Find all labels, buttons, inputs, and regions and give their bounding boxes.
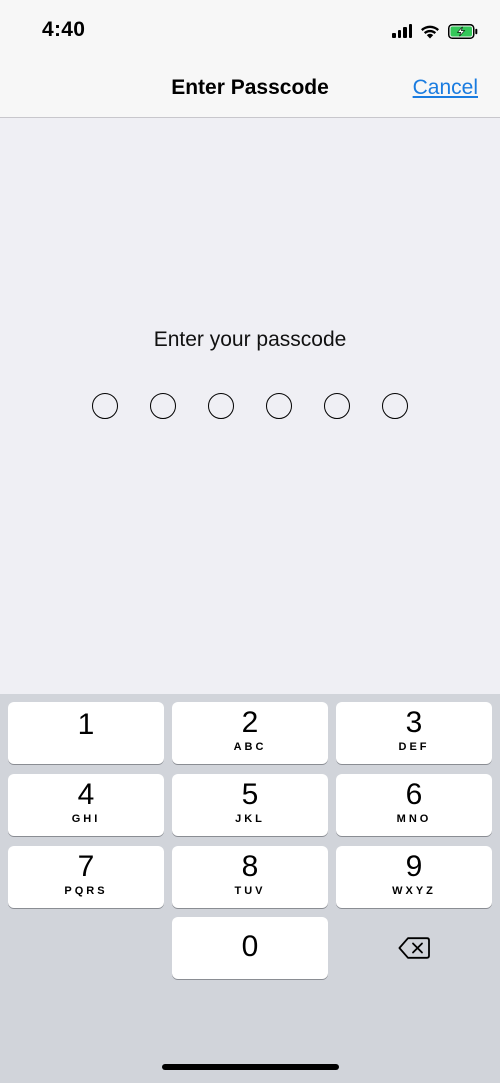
passcode-content: Enter your passcode: [0, 118, 500, 694]
passcode-dot: [150, 393, 176, 419]
key-letters: PQRS: [64, 885, 108, 897]
key-digit: 5: [241, 778, 259, 811]
battery-charging-icon: [448, 23, 478, 39]
key-letters: GHI: [71, 813, 101, 825]
key-5[interactable]: 5 JKL: [172, 774, 328, 836]
key-digit: 9: [405, 850, 423, 883]
passcode-dot: [382, 393, 408, 419]
passcode-dot: [208, 393, 234, 419]
passcode-prompt: Enter your passcode: [153, 328, 347, 351]
key-letters: DEF: [398, 741, 430, 753]
status-bar: 4:40: [0, 0, 500, 60]
key-letters: WXYZ: [392, 885, 436, 897]
key-2[interactable]: 2 ABC: [172, 702, 328, 764]
backspace-button[interactable]: [336, 917, 492, 979]
key-6[interactable]: 6 MNO: [336, 774, 492, 836]
passcode-dot: [266, 393, 292, 419]
backspace-icon: [398, 937, 430, 959]
cancel-button[interactable]: Cancel: [413, 76, 478, 100]
key-digit: 8: [241, 850, 259, 883]
key-letters: JKL: [235, 813, 265, 825]
key-digit: 7: [77, 850, 95, 883]
key-digit: 4: [77, 778, 95, 811]
cellular-signal-icon: [392, 24, 412, 38]
passcode-dot: [92, 393, 118, 419]
key-digit: 2: [241, 706, 259, 739]
key-digit: 1: [77, 708, 95, 741]
status-icons: [392, 20, 478, 42]
key-1[interactable]: 1: [8, 702, 164, 764]
passcode-dots: [0, 393, 500, 419]
key-4[interactable]: 4 GHI: [8, 774, 164, 836]
key-letters: ABC: [233, 741, 267, 753]
status-time: 4:40: [42, 18, 86, 41]
home-indicator: [162, 1064, 339, 1070]
key-letters: TUV: [234, 885, 266, 897]
numeric-keypad: 1 2 ABC 3 DEF 4 GHI 5 JKL 6 MNO 7 PQRS 8 TUV 9 WXYZ 0: [0, 694, 500, 1083]
key-7[interactable]: 7 PQRS: [8, 846, 164, 908]
wifi-icon: [421, 25, 439, 38]
key-3[interactable]: 3 DEF: [336, 702, 492, 764]
key-9[interactable]: 9 WXYZ: [336, 846, 492, 908]
key-0[interactable]: 0: [172, 917, 328, 979]
key-8[interactable]: 8 TUV: [172, 846, 328, 908]
key-digit: 0: [241, 930, 259, 963]
key-digit: 6: [405, 778, 423, 811]
key-letters: MNO: [396, 813, 432, 825]
passcode-dot: [324, 393, 350, 419]
key-digit: 3: [405, 706, 423, 739]
passcode-screen: 4:40 Enter Passcode Cancel Enter your pa…: [0, 0, 500, 1083]
navigation-bar: Enter Passcode Cancel: [0, 60, 500, 118]
